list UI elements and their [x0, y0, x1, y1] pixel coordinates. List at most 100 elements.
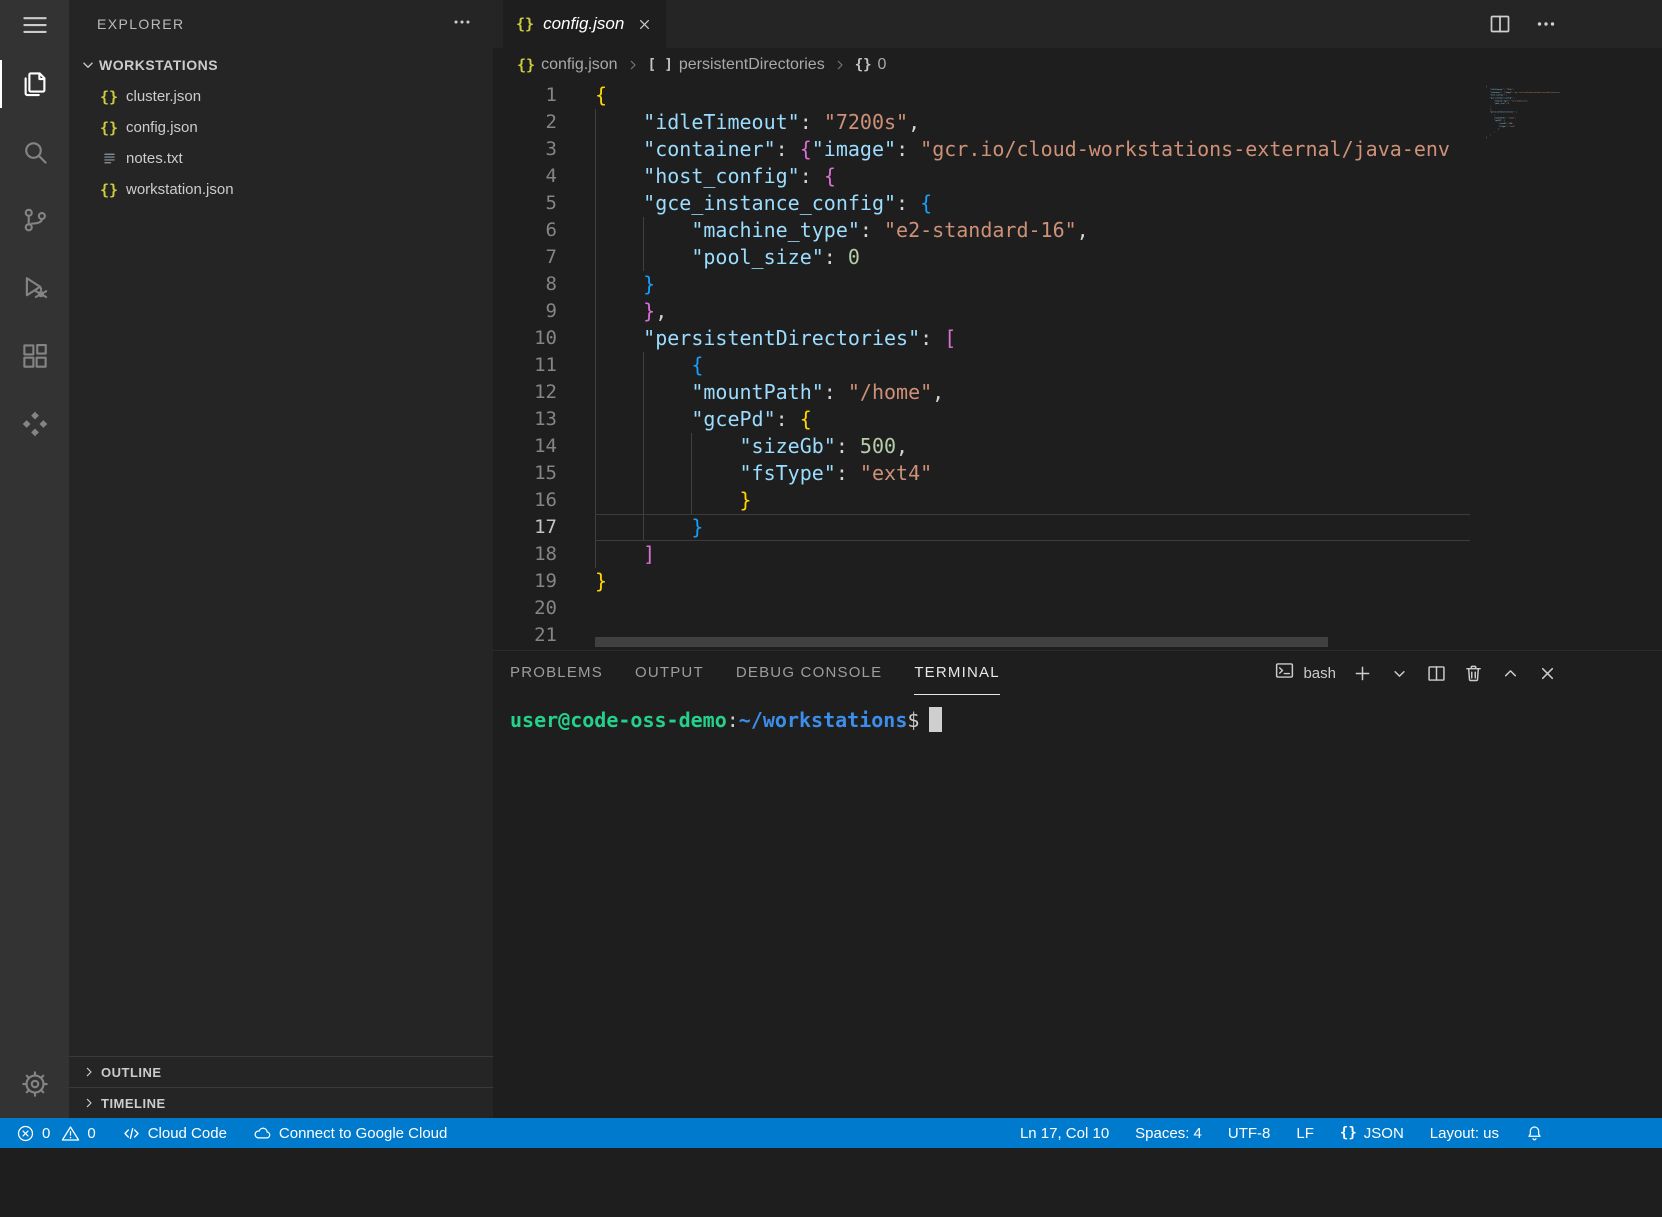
- line-number: 19: [493, 568, 595, 595]
- line-number: 3: [493, 136, 595, 163]
- line-number: 20: [493, 595, 595, 622]
- indent-guide: [643, 433, 644, 460]
- indent-guide: [595, 379, 596, 406]
- terminal-shell-select[interactable]: bash: [1274, 660, 1336, 686]
- chevron-right-icon: [81, 1095, 97, 1111]
- json-file-icon: {}: [516, 15, 534, 33]
- line-number: 17: [493, 514, 595, 541]
- file-name: config.json: [126, 119, 198, 136]
- indent-guide: [643, 244, 644, 271]
- status-label: LF: [1296, 1125, 1314, 1142]
- terminal-colon: :: [727, 708, 739, 732]
- indent-guide: [691, 433, 692, 460]
- braces-icon: {}: [1340, 1125, 1357, 1141]
- editor-header-actions: [1488, 0, 1662, 48]
- indent-guide: [595, 514, 596, 541]
- activity-explorer[interactable]: [0, 50, 69, 118]
- error-count: 0: [42, 1125, 50, 1142]
- indent-guide: [595, 271, 596, 298]
- status-label: Cloud Code: [148, 1125, 227, 1142]
- explorer-icon: [20, 69, 50, 99]
- editor-tab[interactable]: {} config.json: [503, 0, 666, 48]
- activity-search[interactable]: [0, 118, 69, 186]
- terminal-content[interactable]: user@code-oss-demo:~/workstations$: [493, 695, 1662, 1118]
- status-spaces-4[interactable]: Spaces: 4: [1135, 1118, 1202, 1148]
- activity-extensions[interactable]: [0, 322, 69, 390]
- error-icon: [16, 1124, 35, 1143]
- minimap-content: { "idleTimeout": "7200s", "container": {…: [1486, 85, 1606, 145]
- breadcrumb-item-0[interactable]: {}0: [855, 56, 887, 74]
- section-timeline[interactable]: TIMELINE: [69, 1087, 493, 1118]
- line-number: 7: [493, 244, 595, 271]
- activity-run-debug[interactable]: [0, 254, 69, 322]
- breadcrumb-item-persistentdirectories[interactable]: [ ]persistentDirectories: [648, 56, 825, 74]
- status-lf[interactable]: LF: [1296, 1118, 1314, 1148]
- status-layout-us[interactable]: Layout: us: [1430, 1118, 1499, 1148]
- sidebar-empty-space: [69, 205, 493, 1056]
- panel-tab-problems[interactable]: PROBLEMS: [510, 651, 603, 695]
- line-number: 6: [493, 217, 595, 244]
- section-label: TIMELINE: [101, 1096, 166, 1111]
- close-icon[interactable]: [636, 16, 653, 33]
- indent-guide: [595, 487, 596, 514]
- code-editor[interactable]: 1{2 "idleTimeout": "7200s",3 "container"…: [493, 82, 1662, 650]
- bell-icon: [1525, 1124, 1544, 1143]
- trash-icon[interactable]: [1463, 663, 1484, 684]
- indent-guide: [643, 406, 644, 433]
- section-outline[interactable]: OUTLINE: [69, 1056, 493, 1087]
- status-problems[interactable]: 00: [16, 1118, 96, 1148]
- activity-bar: [0, 0, 69, 1118]
- sidebar-header: EXPLORER: [69, 0, 493, 48]
- line-number: 16: [493, 487, 595, 514]
- text-file-icon: [99, 150, 119, 167]
- file-row-workstation-json[interactable]: {}workstation.json: [69, 174, 493, 205]
- more-actions-icon[interactable]: [1534, 12, 1558, 36]
- status-bar-left: 00 Cloud Code Connect to Google Cloud: [16, 1118, 447, 1148]
- panel-tab-terminal[interactable]: TERMINAL: [914, 651, 999, 695]
- status-bell-icon[interactable]: [1525, 1118, 1544, 1148]
- status-connect-to-google-cloud[interactable]: Connect to Google Cloud: [253, 1118, 447, 1148]
- json-file-icon: {}: [99, 88, 119, 106]
- more-actions-icon[interactable]: [451, 11, 473, 38]
- breadcrumb-separator-icon: [832, 57, 848, 73]
- close-panel-icon[interactable]: [1537, 663, 1558, 684]
- indent-guide: [595, 541, 596, 568]
- file-row-config-json[interactable]: {}config.json: [69, 112, 493, 143]
- terminal-prompt-symbol: $: [907, 708, 919, 732]
- activity-cloud-code[interactable]: [0, 390, 69, 458]
- panel-tab-output[interactable]: OUTPUT: [635, 651, 704, 695]
- dropdown-chevron-icon[interactable]: [1389, 663, 1410, 684]
- maximize-panel-icon[interactable]: [1500, 663, 1521, 684]
- indent-guide: [595, 190, 596, 217]
- split-panel-icon[interactable]: [1426, 663, 1447, 684]
- line-number: 11: [493, 352, 595, 379]
- activity-source-control[interactable]: [0, 186, 69, 254]
- file-row-notes-txt[interactable]: notes.txt: [69, 143, 493, 174]
- status-json[interactable]: {}JSON: [1340, 1118, 1404, 1148]
- explorer-sidebar: EXPLORER WORKSTATIONS {}cluster.json{}co…: [69, 0, 493, 1118]
- split-editor-icon[interactable]: [1488, 12, 1512, 36]
- status-ln-17-col-10[interactable]: Ln 17, Col 10: [1020, 1118, 1109, 1148]
- panel-tabs: PROBLEMS OUTPUT DEBUG CONSOLE TERMINAL: [510, 651, 1032, 695]
- terminal-shell-label: bash: [1303, 665, 1336, 682]
- minimap[interactable]: { "idleTimeout": "7200s", "container": {…: [1480, 82, 1662, 650]
- indent-guide: [595, 406, 596, 433]
- indent-guide: [595, 163, 596, 190]
- breadcrumb-label: persistentDirectories: [679, 56, 825, 74]
- breadcrumb-item-config-json[interactable]: {}config.json: [517, 56, 618, 74]
- activity-settings[interactable]: [0, 1050, 69, 1118]
- horizontal-scrollbar[interactable]: [595, 637, 1328, 647]
- status-cloud-code[interactable]: Cloud Code: [122, 1118, 227, 1148]
- status-label: Layout: us: [1430, 1125, 1499, 1142]
- panel-tab-debug-console[interactable]: DEBUG CONSOLE: [736, 651, 882, 695]
- indent-guide: [595, 217, 596, 244]
- activity-menu[interactable]: [0, 0, 69, 50]
- status-utf-8[interactable]: UTF-8: [1228, 1118, 1271, 1148]
- cloud-icon: [253, 1124, 272, 1143]
- breadcrumb-label: config.json: [541, 56, 618, 74]
- line-number: 8: [493, 271, 595, 298]
- workspace-section-header[interactable]: WORKSTATIONS: [69, 48, 493, 81]
- indent-guide: [595, 460, 596, 487]
- new-terminal-icon[interactable]: [1352, 663, 1373, 684]
- file-row-cluster-json[interactable]: {}cluster.json: [69, 81, 493, 112]
